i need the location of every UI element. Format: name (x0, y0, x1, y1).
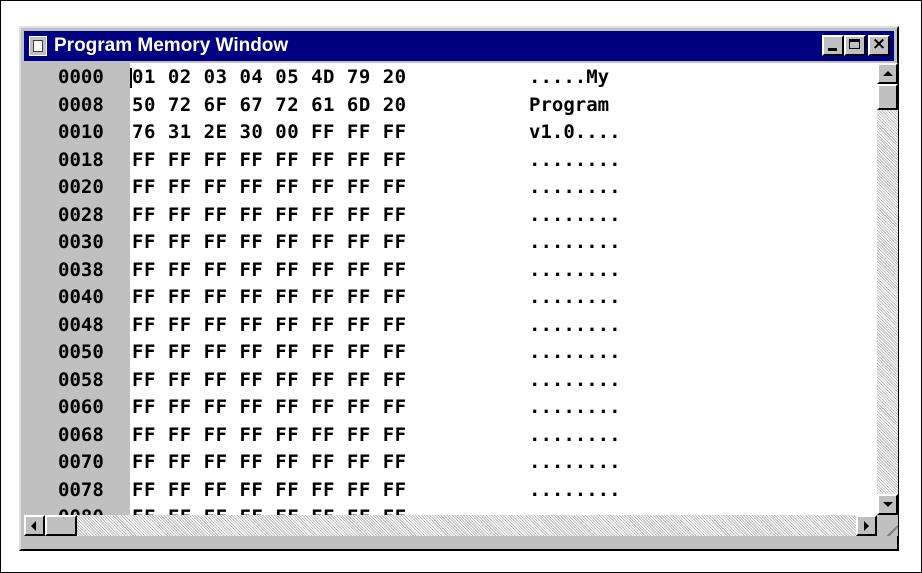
row-hex-bytes[interactable]: FF FF FF FF FF FF FF FF (132, 476, 407, 504)
memory-row: 0080 FF FF FF FF FF FF FF FF (24, 503, 877, 515)
memory-row: 0068 FF FF FF FF FF FF FF FF........ (24, 421, 877, 449)
memory-row: 0060 FF FF FF FF FF FF FF FF........ (24, 393, 877, 421)
row-hex-bytes[interactable]: 50 72 6F 67 72 61 6D 20 (132, 91, 407, 119)
title-buttons: × (822, 34, 890, 56)
memory-row: 0070 FF FF FF FF FF FF FF FF........ (24, 448, 877, 476)
program-memory-window: Program Memory Window × 0000 01 02 03 04 … (19, 26, 899, 551)
row-ascii[interactable]: ........ (529, 366, 621, 394)
arrow-down-icon (883, 502, 893, 507)
row-address: 0068 (58, 423, 104, 446)
memory-row: 0078 FF FF FF FF FF FF FF FF........ (24, 476, 877, 504)
row-ascii[interactable]: ........ (529, 421, 621, 449)
row-ascii[interactable]: ........ (529, 173, 621, 201)
title-bar[interactable]: Program Memory Window × (24, 31, 894, 61)
row-hex-bytes[interactable]: FF FF FF FF FF FF FF FF (132, 173, 407, 201)
row-ascii[interactable]: v1.0.... (529, 118, 621, 146)
memory-view[interactable]: 0000 01 02 03 04 05 4D 79 20 .....My 0008 50… (24, 63, 877, 515)
arrow-up-icon (883, 71, 893, 76)
row-address: 0058 (58, 368, 104, 391)
vertical-scrollbar[interactable] (877, 63, 898, 515)
memory-row: 0028 FF FF FF FF FF FF FF FF........ (24, 201, 877, 229)
vertical-scroll-thumb[interactable] (877, 84, 898, 110)
row-address: 0000 (58, 66, 104, 88)
scroll-up-button[interactable] (877, 63, 898, 84)
scroll-down-button[interactable] (877, 494, 898, 515)
row-address: 0040 (58, 286, 104, 308)
row-ascii[interactable]: ........ (529, 393, 621, 421)
row-ascii[interactable]: ........ (529, 228, 621, 256)
arrow-left-icon (31, 521, 36, 531)
minimize-icon (828, 48, 837, 51)
row-address: 0048 (58, 313, 104, 336)
window-title: Program Memory Window (54, 35, 289, 56)
row-address: 0070 (58, 451, 104, 473)
row-ascii[interactable]: ........ (529, 338, 621, 366)
row-hex-bytes[interactable]: FF FF FF FF FF FF FF FF (132, 311, 407, 339)
row-ascii[interactable]: ........ (529, 201, 621, 229)
row-hex-bytes[interactable]: FF FF FF FF FF FF FF FF (132, 421, 407, 449)
memory-row: 0048 FF FF FF FF FF FF FF FF........ (24, 311, 877, 339)
memory-row: 0000 01 02 03 04 05 4D 79 20 .....My (24, 63, 877, 91)
row-address: 0020 (58, 176, 104, 198)
row-hex-bytes[interactable]: FF FF FF FF FF FF FF FF (132, 338, 407, 366)
row-address: 0028 (58, 203, 104, 226)
row-hex-bytes[interactable]: FF FF FF FF FF FF FF FF (132, 283, 407, 311)
row-ascii[interactable]: ........ (529, 283, 621, 311)
memory-row: 0010 76 31 2E 30 00 FF FF FF v1.0.... (24, 118, 877, 146)
minimize-button[interactable] (822, 35, 844, 56)
memory-row: 0020 FF FF FF FF FF FF FF FF........ (24, 173, 877, 201)
row-ascii[interactable]: ........ (529, 476, 621, 504)
row-hex-bytes[interactable]: FF FF FF FF FF FF FF FF (132, 503, 407, 515)
row-hex-bytes[interactable]: FF FF FF FF FF FF FF FF (132, 146, 407, 174)
row-address: 0008 (58, 93, 104, 116)
row-address: 0010 (58, 121, 104, 143)
scroll-left-button[interactable] (24, 515, 45, 536)
row-ascii[interactable]: Program (529, 91, 609, 119)
maximize-button[interactable] (844, 35, 866, 56)
memory-row: 0050 FF FF FF FF FF FF FF FF........ (24, 338, 877, 366)
row-hex-bytes[interactable]: FF FF FF FF FF FF FF FF (132, 393, 407, 421)
row-hex-bytes[interactable]: FF FF FF FF FF FF FF FF (132, 228, 407, 256)
memory-row: 0040 FF FF FF FF FF FF FF FF........ (24, 283, 877, 311)
size-grip-icon[interactable] (877, 515, 898, 536)
row-ascii[interactable]: ........ (529, 146, 621, 174)
close-icon: × (871, 34, 887, 54)
memory-row: 0038 FF FF FF FF FF FF FF FF........ (24, 256, 877, 284)
row-address: 0078 (58, 478, 104, 501)
memory-row: 0030 FF FF FF FF FF FF FF FF........ (24, 228, 877, 256)
row-address: 0018 (58, 148, 104, 171)
row-ascii[interactable]: ........ (529, 448, 621, 476)
row-hex-bytes[interactable]: FF FF FF FF FF FF FF FF (132, 256, 407, 284)
row-ascii[interactable]: ........ (529, 256, 621, 284)
text-caret (130, 68, 132, 88)
row-ascii[interactable]: .....My (529, 63, 609, 91)
row-hex-bytes[interactable]: 76 31 2E 30 00 FF FF FF (132, 118, 407, 146)
close-button[interactable]: × (868, 34, 890, 56)
memory-row: 0058 FF FF FF FF FF FF FF FF........ (24, 366, 877, 394)
row-address: 0030 (58, 231, 104, 253)
maximize-icon (849, 39, 860, 49)
memory-row: 0018 FF FF FF FF FF FF FF FF........ (24, 146, 877, 174)
row-hex-bytes[interactable]: 01 02 03 04 05 4D 79 20 (132, 63, 407, 91)
row-address: 0060 (58, 396, 104, 418)
memory-row: 0008 50 72 6F 67 72 61 6D 20 Program (24, 91, 877, 119)
arrow-right-icon (864, 521, 869, 531)
row-hex-bytes[interactable]: FF FF FF FF FF FF FF FF (132, 448, 407, 476)
row-hex-bytes[interactable]: FF FF FF FF FF FF FF FF (132, 366, 407, 394)
row-hex-bytes[interactable]: FF FF FF FF FF FF FF FF (132, 201, 407, 229)
row-ascii[interactable]: ........ (529, 311, 621, 339)
horizontal-scrollbar[interactable] (24, 515, 877, 536)
scroll-right-button[interactable] (856, 515, 877, 536)
horizontal-scroll-thumb[interactable] (45, 515, 77, 536)
app-icon[interactable] (29, 36, 47, 56)
row-address: 0038 (58, 258, 104, 281)
row-address: 0050 (58, 341, 104, 363)
row-address: 0080 (58, 503, 104, 515)
